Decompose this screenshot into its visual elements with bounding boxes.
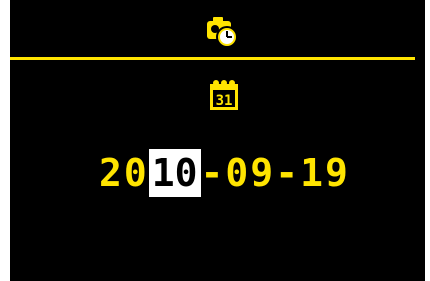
year-selected-digits[interactable]: 10 [148, 149, 201, 197]
camera-clock-icon [207, 17, 238, 48]
day-field[interactable]: 19 [300, 149, 350, 197]
year-prefix: 20 [99, 151, 149, 195]
day-separator: - [275, 151, 301, 195]
calendar-icon: 31 [210, 80, 238, 110]
month-field[interactable]: 09 [225, 149, 275, 197]
date-display: 20 10 - 09 - 19 [99, 149, 350, 197]
month-separator: - [200, 151, 226, 195]
calendar-day-label: 31 [216, 93, 233, 109]
header-divider [10, 57, 415, 60]
settings-screen: 31 20 10 - 09 - 19 [10, 0, 425, 281]
